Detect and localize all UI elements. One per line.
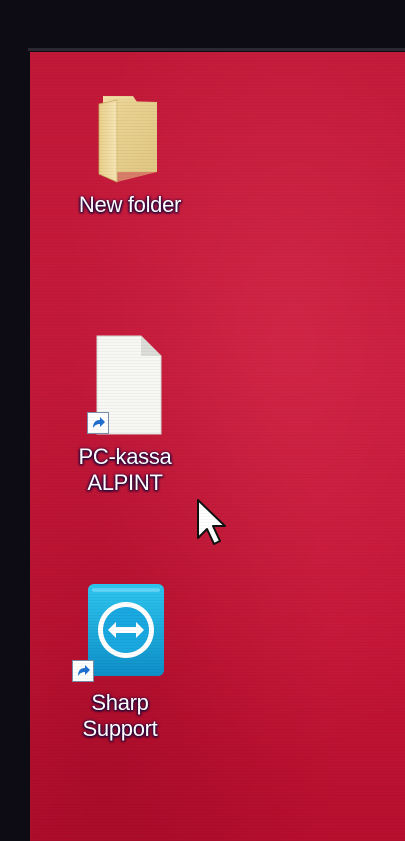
folder-icon — [95, 90, 165, 186]
desktop-icon-new-folder[interactable]: New folder — [55, 90, 205, 218]
monitor-bezel — [28, 48, 405, 51]
desktop-icon-sharp-support[interactable]: Sharp Support — [45, 580, 195, 742]
desktop-icon-label: PC-kassa ALPINT — [78, 444, 172, 495]
desktop[interactable]: New folder PC-kassa ALPINT Sharp Support — [30, 52, 405, 841]
screen: New folder PC-kassa ALPINT Sharp Support — [0, 0, 405, 841]
teamviewer-icon — [70, 580, 170, 684]
desktop-icon-label: Sharp Support — [82, 690, 158, 741]
shortcut-arrow-icon — [72, 660, 94, 682]
desktop-icon-label: New folder — [78, 192, 182, 217]
pointer-cursor-icon — [195, 498, 229, 548]
desktop-icon-pc-kassa-alpint[interactable]: PC-kassa ALPINT — [50, 334, 200, 496]
file-shortcut-icon — [83, 334, 167, 438]
shortcut-arrow-icon — [87, 412, 109, 434]
